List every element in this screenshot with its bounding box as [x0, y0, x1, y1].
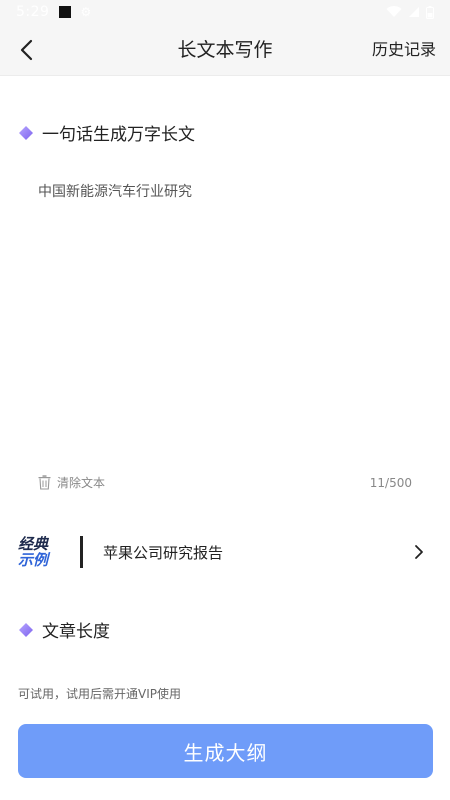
length-section-title: 文章长度: [42, 622, 110, 642]
example-item[interactable]: 经典 示例 苹果公司研究报告: [18, 528, 432, 576]
back-button[interactable]: [8, 32, 44, 68]
example-badge-top: 经典: [18, 535, 49, 553]
history-button[interactable]: 历史记录: [372, 24, 436, 76]
example-badge-bottom: 示例: [18, 551, 49, 569]
signal-icon: [409, 7, 419, 17]
back-arrow-icon: [20, 39, 33, 61]
battery-icon: [426, 5, 434, 19]
app-screen: 5:29 ⚙ 长文本写作 历史记录 一句话生成万字长文 中国新能源汽车行业研究 …: [0, 0, 450, 800]
notification-icon: [59, 6, 72, 18]
clear-text-button[interactable]: 清除文本: [38, 474, 105, 491]
diamond-icon: [19, 125, 33, 140]
generate-outline-button[interactable]: 生成大纲: [18, 724, 433, 778]
status-bar: 5:29 ⚙: [0, 0, 450, 24]
diamond-icon: [19, 622, 33, 637]
wifi-icon: [386, 6, 402, 18]
status-indicators: [386, 5, 434, 19]
example-badge: 经典 示例: [18, 536, 66, 568]
settings-status-icon: ⚙: [80, 5, 92, 19]
chevron-right-icon: [414, 544, 424, 560]
prompt-section-title: 一句话生成万字长文: [42, 125, 195, 145]
prompt-section-heading: 一句话生成万字长文: [18, 120, 195, 145]
example-label: 苹果公司研究报告: [103, 543, 224, 562]
prompt-textarea[interactable]: 中国新能源汽车行业研究: [38, 182, 418, 202]
status-time: 5:29: [16, 4, 50, 20]
clear-text-label: 清除文本: [57, 476, 106, 490]
trial-note: 可试用，试用后需开通VIP使用: [18, 687, 181, 701]
character-count: 11/500: [369, 476, 412, 490]
example-divider: [80, 536, 83, 568]
trash-icon: [38, 475, 51, 490]
length-section-heading: 文章长度: [18, 617, 110, 642]
app-header: 长文本写作 历史记录: [0, 24, 450, 76]
